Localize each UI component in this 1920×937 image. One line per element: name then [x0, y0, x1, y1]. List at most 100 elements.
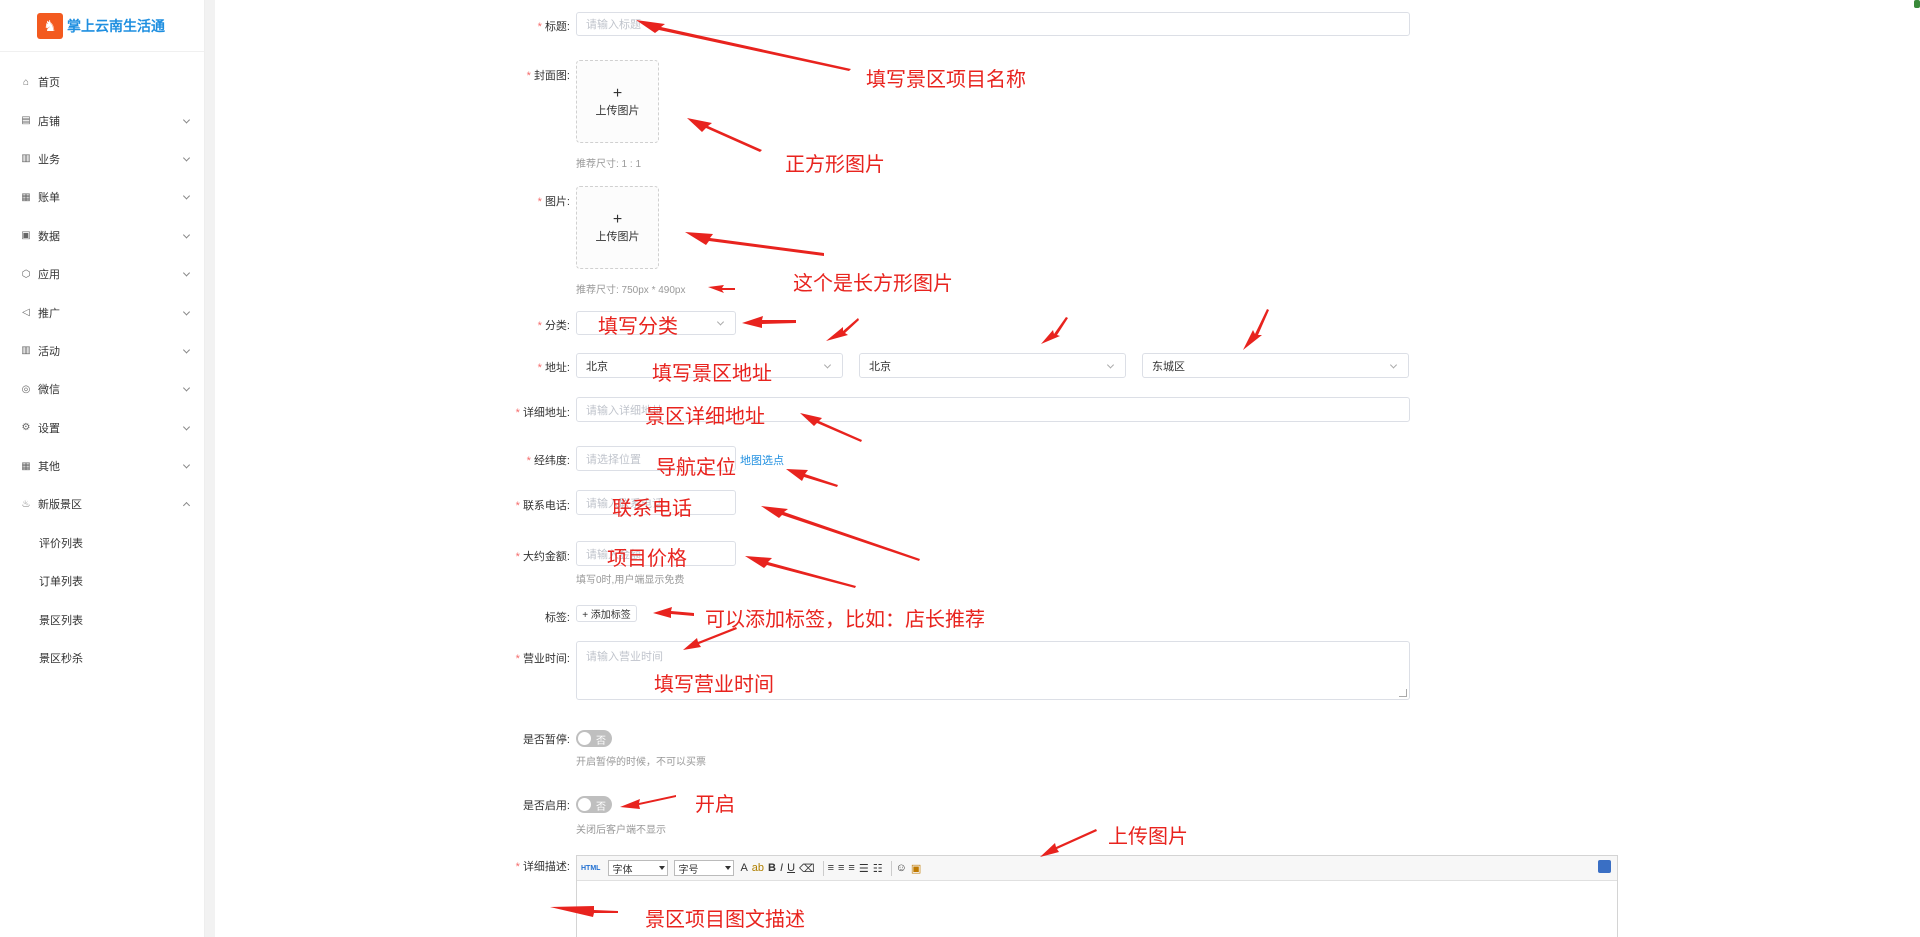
cover-label: * 封面图: [526, 70, 570, 82]
switch-knob [578, 798, 591, 811]
chevron-down-icon [1389, 360, 1398, 369]
add-tag-button[interactable]: + 添加标签 [576, 605, 637, 622]
sidebar-subitem-orders[interactable]: 订单列表 [0, 562, 205, 600]
sidebar-item-other[interactable]: ▦ 其他 [0, 447, 205, 485]
image-upload-icon[interactable]: ▣ [911, 860, 921, 877]
chevron-down-icon [182, 346, 191, 354]
sidebar-item-activity[interactable]: ▥ 活动 [0, 332, 205, 370]
highlight-button[interactable]: ab [752, 860, 764, 877]
eraser-icon[interactable]: ⌫ [799, 860, 815, 877]
underline-button[interactable]: U [787, 860, 795, 877]
paused-switch[interactable]: 否 [576, 730, 612, 747]
annotation-arrows [550, 20, 1269, 917]
annotation-cover: 正方形图片 [785, 154, 885, 176]
font-color-button[interactable]: A [740, 860, 747, 877]
sidebar-item-apps[interactable]: ⬡ 应用 [0, 255, 205, 293]
grid-icon: ▦ [21, 460, 31, 472]
data-icon: ▣ [21, 230, 31, 242]
activity-icon: ▥ [21, 345, 31, 357]
category-label: * 分类: [537, 320, 570, 332]
sidebar-item-label: 账单 [38, 192, 60, 205]
ordered-list-icon[interactable]: ☰ [859, 860, 869, 877]
sidebar-item-data[interactable]: ▣ 数据 [0, 217, 205, 255]
chevron-down-icon [182, 269, 191, 277]
description-label: * 详细描述: [515, 861, 570, 873]
tags-label: 标签: [544, 612, 570, 624]
annotation-description: 景区项目图文描述 [645, 909, 805, 931]
annotation-latlng: 导航定位 [656, 457, 736, 479]
store-icon: ▤ [21, 115, 31, 127]
chevron-down-icon [182, 307, 191, 316]
sidebar-item-settings[interactable]: ⚙ 设置 [0, 409, 205, 447]
font-family-select[interactable]: 字体 [608, 860, 669, 876]
sidebar-item-label: 新版景区 [38, 499, 82, 512]
images-hint: 推荐尺寸: 750px * 490px [576, 285, 686, 296]
html-source-button[interactable]: HTML [581, 860, 600, 877]
logo-icon: ♞ [37, 12, 63, 39]
megaphone-icon: ◁ [22, 307, 30, 319]
enabled-label: 是否启用: [522, 800, 570, 812]
unordered-list-icon[interactable]: ☷ [873, 860, 883, 877]
arrow-enabled [620, 795, 676, 809]
sidebar-item-label: 业务 [38, 153, 60, 166]
district-select[interactable]: 东城区 [1142, 353, 1409, 378]
enabled-hint: 关闭后客户端不显示 [576, 825, 666, 836]
arrow-map [786, 469, 838, 487]
chevron-down-icon [182, 423, 191, 431]
arrow-category [742, 316, 796, 328]
chevron-down-icon [823, 360, 832, 369]
chevron-down-icon [1106, 360, 1115, 369]
sidebar-item-scenic[interactable]: ♨ 新版景区 [0, 485, 205, 523]
arrow-cover [687, 118, 762, 152]
sidebar: ♞ 掌上云南生活通 ⌂ 首页 ▤ 店铺 ▥ 业务 ▦ 账单 ▣ 数据 ⬡ 应用 ◁ 推广 ▥ 活… [0, 0, 205, 937]
sidebar-item-label: 应用 [38, 269, 60, 282]
district-value: 东城区 [1152, 360, 1185, 373]
annotation-title: 填写景区项目名称 [866, 69, 1026, 91]
font-size-select[interactable]: 字号 [674, 860, 735, 876]
logo[interactable]: ♞ 掌上云南生活通 [0, 0, 204, 52]
toolbar-divider [822, 860, 824, 876]
plus-icon: + [612, 84, 623, 102]
switch-knob [578, 732, 591, 745]
sidebar-item-wechat[interactable]: ◎ 微信 [0, 370, 205, 408]
italic-button[interactable]: I [780, 860, 783, 877]
scrollbar-thumb[interactable] [1914, 0, 1920, 8]
arrow-district [1243, 309, 1269, 350]
sidebar-item-store[interactable]: ▤ 店铺 [0, 101, 205, 139]
sidebar-item-bills[interactable]: ▦ 账单 [0, 178, 205, 216]
align-right-icon[interactable]: ≡ [848, 860, 854, 877]
annotation-price: 项目价格 [607, 548, 687, 570]
sidebar-subitem-reviews[interactable]: 评价列表 [0, 524, 205, 562]
city-select[interactable]: 北京 [859, 353, 1126, 378]
upload-text: 上传图片 [595, 104, 640, 117]
images-upload[interactable]: + 上传图片 [576, 186, 659, 269]
sidebar-item-home[interactable]: ⌂ 首页 [0, 63, 205, 101]
arrow-phone [761, 506, 920, 561]
address-label: * 地址: [537, 362, 570, 374]
bold-button[interactable]: B [768, 860, 776, 877]
chevron-down-icon [182, 231, 191, 239]
fullscreen-icon[interactable] [1598, 860, 1611, 873]
align-left-icon[interactable]: ≡ [828, 860, 834, 877]
arrow-images [685, 232, 824, 256]
switch-text: 否 [596, 802, 606, 813]
resize-handle-icon[interactable] [1399, 689, 1407, 697]
align-center-icon[interactable]: ≡ [838, 860, 844, 877]
scenic-icon: ♨ [21, 498, 31, 510]
annotation-upload: 上传图片 [1108, 826, 1188, 848]
detail-address-label: * 详细地址: [515, 407, 570, 419]
map-pick-link[interactable]: 地图选点 [740, 452, 784, 468]
arrow-price [745, 556, 856, 588]
wechat-icon: ◎ [21, 383, 31, 395]
sidebar-item-promotion[interactable]: ◁ 推广 [0, 293, 205, 331]
enabled-switch[interactable]: 否 [576, 796, 612, 813]
emoji-icon[interactable]: ☺ [896, 860, 907, 877]
arrow-tags [653, 607, 694, 618]
sidebar-subitem-flash-sale[interactable]: 景区秒杀 [0, 639, 205, 677]
sidebar-item-business[interactable]: ▥ 业务 [0, 140, 205, 178]
upload-text: 上传图片 [595, 230, 640, 243]
annotation-enabled: 开启 [695, 794, 735, 816]
cover-upload[interactable]: + 上传图片 [576, 60, 659, 143]
sidebar-subitem-scenic-list[interactable]: 景区列表 [0, 600, 205, 638]
title-input[interactable]: 请输入标题 [576, 12, 1410, 36]
